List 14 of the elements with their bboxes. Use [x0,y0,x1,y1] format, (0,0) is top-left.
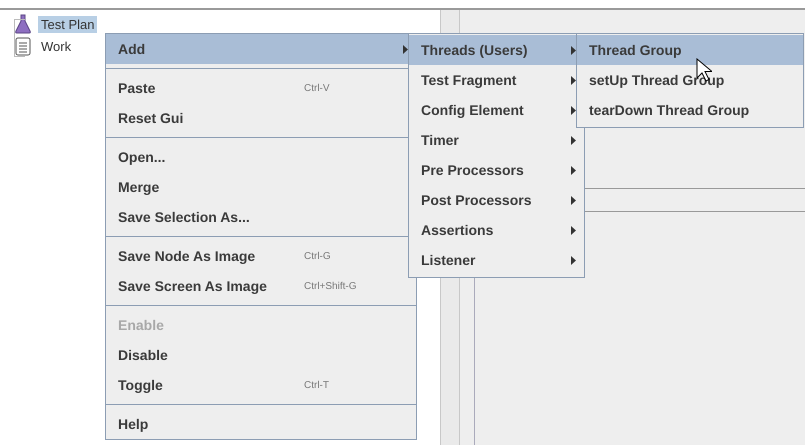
menu-item[interactable]: Post Processors [409,185,584,215]
menu-item[interactable]: setUp Thread Group [577,65,803,95]
tree-node[interactable]: Test Plan [38,16,98,32]
menu-item[interactable]: Toggle Ctrl-T [106,370,416,400]
menu-item[interactable]: Timer [409,125,584,155]
menu-item[interactable]: Thread Group [577,35,803,65]
menu-item[interactable]: Assertions [409,215,584,245]
clipboard-icon [14,36,32,56]
menu-item[interactable]: Pre Processors [409,155,584,185]
menu-item[interactable]: Disable [106,340,416,370]
flask-icon [14,14,32,34]
menu-item[interactable]: Help [106,409,416,439]
menu-item[interactable]: tearDown Thread Group [577,95,803,125]
tree-node[interactable]: Work [38,38,74,54]
